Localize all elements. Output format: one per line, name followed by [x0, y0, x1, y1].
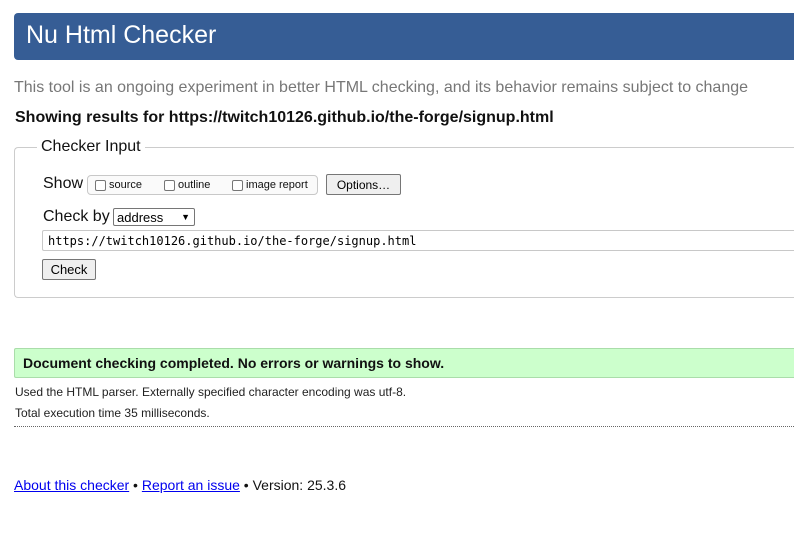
chevron-down-icon: ▼ — [181, 212, 190, 222]
checker-input-legend: Checker Input — [37, 138, 145, 156]
header-bar: Nu Html Checker — [14, 13, 794, 60]
show-label: Show — [43, 175, 84, 192]
source-checkbox[interactable] — [95, 179, 106, 191]
about-checker-link[interactable]: About this checker — [14, 477, 129, 493]
check-button[interactable]: Check — [42, 259, 96, 280]
dotted-divider — [14, 426, 794, 427]
show-outline-option[interactable]: outline — [164, 176, 210, 194]
version-text: Version: 25.3.6 — [252, 477, 347, 493]
options-button[interactable]: Options… — [326, 174, 401, 195]
outline-label: outline — [178, 179, 211, 191]
parser-info: Used the HTML parser. Externally specifi… — [15, 385, 407, 399]
tagline: This tool is an ongoing experiment in be… — [14, 79, 749, 96]
showing-results-heading: Showing results for https://twitch10126.… — [15, 109, 554, 126]
image-report-checkbox[interactable] — [232, 179, 243, 191]
page-title: Nu Html Checker — [26, 21, 217, 49]
check-by-label: Check by — [43, 208, 110, 225]
success-message: Document checking completed. No errors o… — [23, 355, 445, 371]
check-by-select[interactable]: address ▼ — [113, 208, 195, 226]
check-by-selected-value: address — [117, 209, 164, 225]
footer-separator: • — [129, 477, 142, 493]
footer: About this checker • Report an issue • V… — [14, 477, 346, 493]
image-report-label: image report — [246, 179, 308, 191]
success-message-box: Document checking completed. No errors o… — [14, 348, 794, 378]
report-issue-link[interactable]: Report an issue — [142, 477, 240, 493]
execution-time: Total execution time 35 milliseconds. — [15, 406, 210, 420]
outline-checkbox[interactable] — [164, 179, 175, 191]
url-input[interactable]: https://twitch10126.github.io/the-forge/… — [42, 230, 794, 251]
show-image-report-option[interactable]: image report — [232, 176, 308, 194]
show-source-option[interactable]: source — [95, 176, 142, 194]
footer-separator: • — [239, 477, 253, 493]
source-label: source — [109, 179, 143, 191]
show-options-group: source outline image report — [87, 175, 318, 195]
